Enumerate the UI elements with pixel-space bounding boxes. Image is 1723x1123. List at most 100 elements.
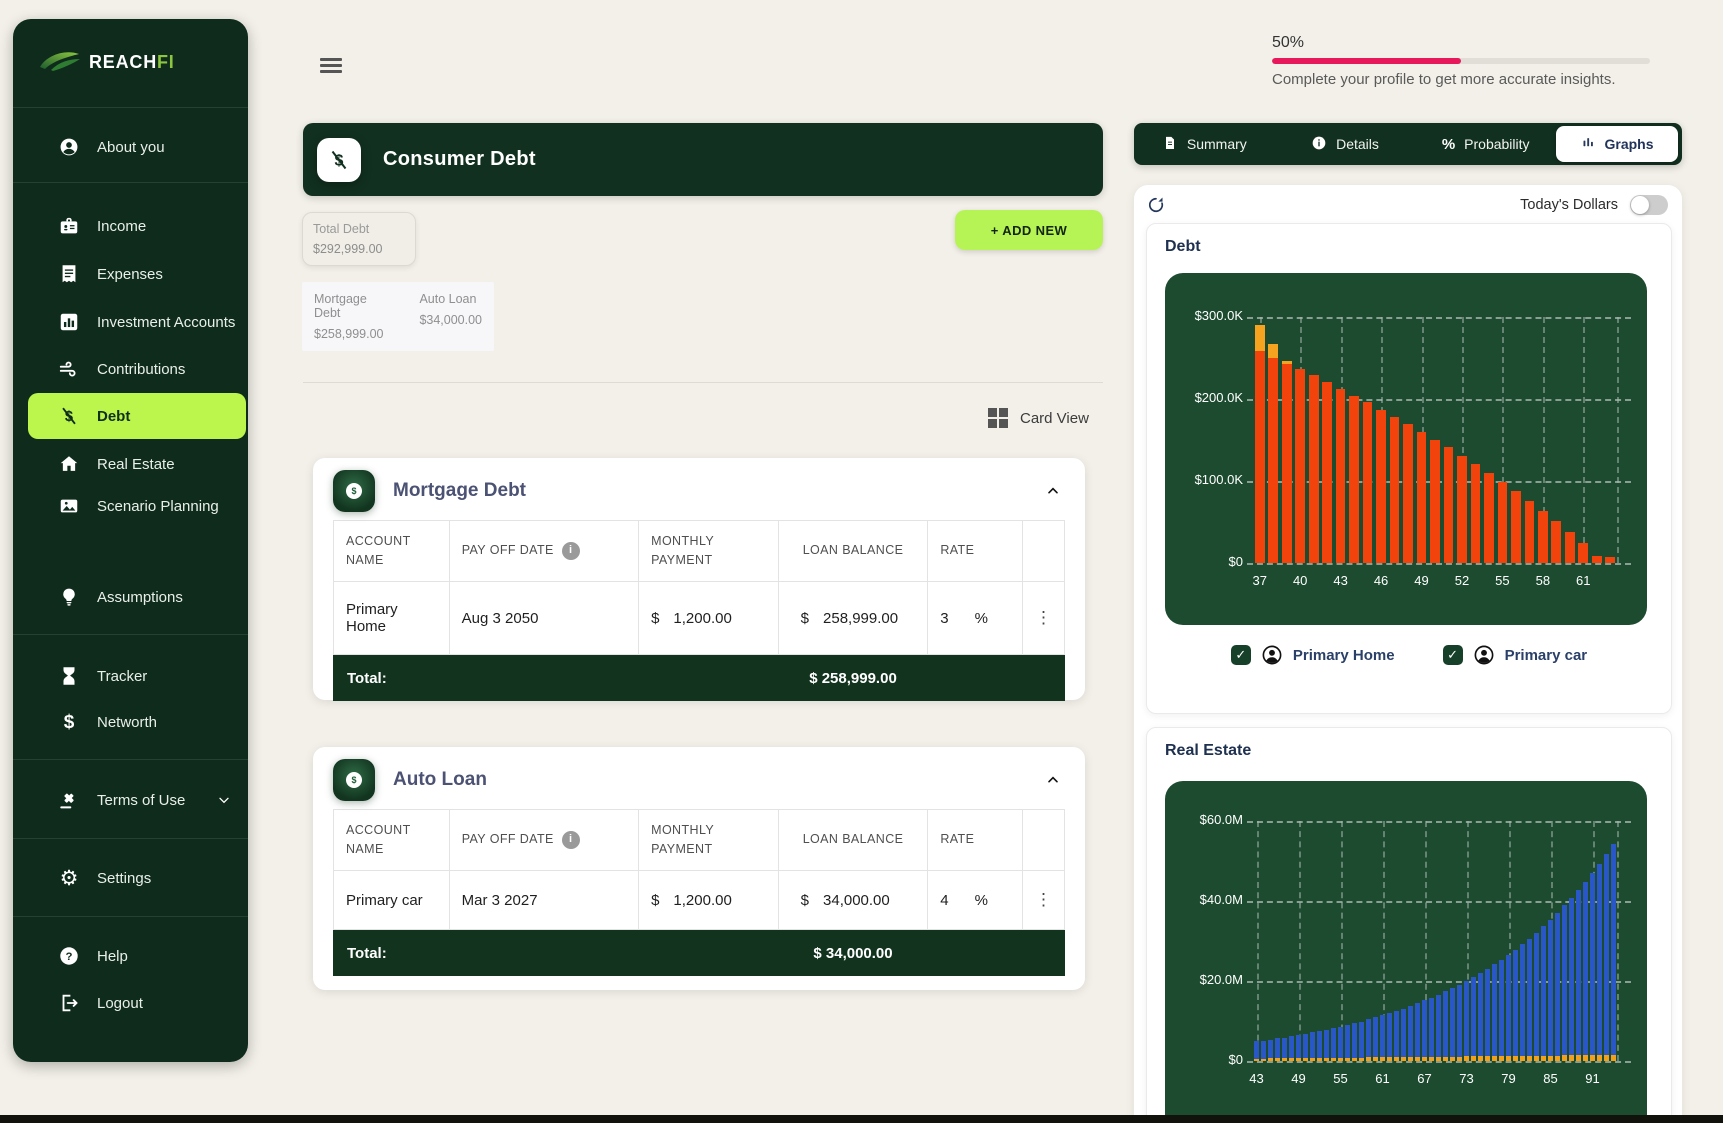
sidebar-item-label: Real Estate xyxy=(97,456,175,473)
table-header-row: ACCOUNT NAME PAY OFF DATEi MONTHLY PAYME… xyxy=(333,809,1065,871)
sidebar-item-label: Investment Accounts xyxy=(97,314,235,331)
sidebar-item-label: Networth xyxy=(97,714,157,731)
monthly-payment-cell[interactable]: $1,200.00 xyxy=(638,871,778,929)
chart-legend: ✓ Primary Home ✓ Primary car xyxy=(1147,644,1671,666)
progress-percent: 50% xyxy=(1272,34,1650,52)
legend-item-primary-car[interactable]: ✓ Primary car xyxy=(1443,644,1588,666)
sidebar-item-assumptions[interactable]: Assumptions xyxy=(28,575,246,619)
sidebar-item-investment-accounts[interactable]: Investment Accounts xyxy=(28,300,246,344)
sidebar-item-networth[interactable]: $ Networth xyxy=(28,700,246,744)
grid-view-icon xyxy=(988,408,1008,428)
kebab-menu-icon[interactable]: ⋮ xyxy=(1035,608,1052,628)
total-debt-label: Total Debt xyxy=(313,222,405,236)
sidebar-item-label: Expenses xyxy=(97,266,163,283)
gear-icon: ⚙ xyxy=(58,867,80,889)
sidebar-item-label: Tracker xyxy=(97,668,147,685)
avatar-icon xyxy=(1473,644,1495,666)
tab-probability[interactable]: % Probability xyxy=(1415,123,1556,165)
checkbox-checked-icon[interactable]: ✓ xyxy=(1443,645,1463,665)
col-loan-balance: LOAN BALANCE xyxy=(778,810,928,870)
brand-name: REACHFI xyxy=(89,52,175,73)
gavel-icon xyxy=(58,789,80,811)
logout-icon xyxy=(58,992,80,1014)
mortgage-debt-card: $ Mortgage Debt ACCOUNT NAME PAY OFF DAT… xyxy=(313,458,1085,700)
sidebar-item-scenario-planning[interactable]: Scenario Planning xyxy=(28,484,246,528)
progress-fill xyxy=(1272,58,1461,64)
card-title: Mortgage Debt xyxy=(393,480,1045,502)
debt-chart: $0$100.0K$200.0K$300.0K37404346495255586… xyxy=(1165,273,1647,625)
info-icon[interactable]: i xyxy=(562,542,580,560)
dollar-icon: $ xyxy=(58,711,80,733)
info-icon xyxy=(1311,135,1327,154)
sidebar-item-label: Debt xyxy=(97,408,130,425)
todays-dollars-toggle[interactable] xyxy=(1630,195,1668,215)
payoff-date-cell[interactable]: Aug 3 2050 xyxy=(449,582,638,654)
rate-cell[interactable]: 3% xyxy=(927,582,1022,654)
kebab-menu-icon[interactable]: ⋮ xyxy=(1035,890,1052,910)
sidebar-item-tracker[interactable]: Tracker xyxy=(28,654,246,698)
receipt-icon xyxy=(58,263,80,285)
user-circle-icon xyxy=(58,136,80,158)
sidebar-item-debt[interactable]: $ Debt xyxy=(28,393,246,439)
auto-loan-card: $ Auto Loan ACCOUNT NAME PAY OFF DATEi M… xyxy=(313,747,1085,990)
row-menu-cell: ⋮ xyxy=(1022,871,1064,929)
account-name-cell: Primary Home xyxy=(334,582,449,654)
col-account-name: ACCOUNT NAME xyxy=(334,521,449,581)
sidebar-item-label: Settings xyxy=(97,870,151,887)
sidebar-item-settings[interactable]: ⚙ Settings xyxy=(28,856,246,900)
rate-cell[interactable]: 4% xyxy=(927,871,1022,929)
toggle-knob xyxy=(1631,196,1649,214)
refresh-button[interactable] xyxy=(1146,195,1166,215)
col-rate: RATE xyxy=(927,810,1022,870)
coin-icon: $ xyxy=(346,483,362,499)
monthly-payment-cell[interactable]: $1,200.00 xyxy=(638,582,778,654)
payoff-date-cell[interactable]: Mar 3 2027 xyxy=(449,871,638,929)
tab-graphs[interactable]: Graphs xyxy=(1556,126,1678,162)
debt-category-icon: $ xyxy=(333,759,375,801)
sidebar-item-expenses[interactable]: Expenses xyxy=(28,252,246,296)
tab-summary[interactable]: Summary xyxy=(1134,123,1275,165)
sidebar-item-label: About you xyxy=(97,139,165,156)
col-actions xyxy=(1022,810,1064,870)
sidebar-divider xyxy=(13,107,248,108)
total-value: $ 258,999.00 xyxy=(778,670,928,687)
sidebar-item-help[interactable]: ? Help xyxy=(28,934,246,978)
loan-balance-cell[interactable]: $258,999.00 xyxy=(778,582,928,654)
sidebar-item-about-you[interactable]: About you xyxy=(28,125,246,169)
window-bottom-edge xyxy=(0,1115,1723,1123)
tab-details[interactable]: Details xyxy=(1275,123,1416,165)
app-window: REACHFI About you Income Expenses Invest… xyxy=(0,0,1723,1123)
card-view-button[interactable]: Card View xyxy=(988,408,1089,428)
card-title: Auto Loan xyxy=(393,769,1045,791)
sidebar-item-income[interactable]: Income xyxy=(28,204,246,248)
col-loan-balance: LOAN BALANCE xyxy=(778,521,928,581)
col-payoff-date: PAY OFF DATEi xyxy=(449,810,638,870)
chart-title: Real Estate xyxy=(1165,742,1671,760)
menu-button[interactable] xyxy=(320,58,342,76)
document-icon xyxy=(1162,135,1178,154)
svg-text:?: ? xyxy=(66,951,73,963)
loan-balance-cell[interactable]: $34,000.00 xyxy=(778,871,928,929)
total-label: Total: xyxy=(347,670,387,687)
breakdown-mortgage: Mortgage Debt $258,999.00 xyxy=(314,292,395,341)
add-new-button[interactable]: + ADD NEW xyxy=(955,210,1103,250)
legend-item-primary-home[interactable]: ✓ Primary Home xyxy=(1231,644,1395,666)
table-total-row: Total: $ 34,000.00 xyxy=(333,930,1065,976)
table-header-row: ACCOUNT NAME PAY OFF DATEi MONTHLY PAYME… xyxy=(333,520,1065,582)
sidebar-item-contributions[interactable]: Contributions xyxy=(28,347,246,391)
total-debt-card: Total Debt $292,999.00 xyxy=(302,212,416,266)
collapse-chevron-up-icon[interactable] xyxy=(1045,483,1061,499)
sidebar-item-real-estate[interactable]: Real Estate xyxy=(28,442,246,486)
col-actions xyxy=(1022,521,1064,581)
info-icon[interactable]: i xyxy=(562,831,580,849)
debt-chart-card: Debt $0$100.0K$200.0K$300.0K374043464952… xyxy=(1146,223,1672,714)
progress-note: Complete your profile to get more accura… xyxy=(1272,71,1650,88)
sidebar-item-logout[interactable]: Logout xyxy=(28,981,246,1025)
sidebar-item-terms-of-use[interactable]: Terms of Use xyxy=(28,778,246,822)
chart-title: Debt xyxy=(1165,238,1671,256)
id-badge-icon xyxy=(58,215,80,237)
checkbox-checked-icon[interactable]: ✓ xyxy=(1231,645,1251,665)
percent-icon: % xyxy=(1442,136,1455,153)
help-icon: ? xyxy=(58,945,80,967)
collapse-chevron-up-icon[interactable] xyxy=(1045,772,1061,788)
